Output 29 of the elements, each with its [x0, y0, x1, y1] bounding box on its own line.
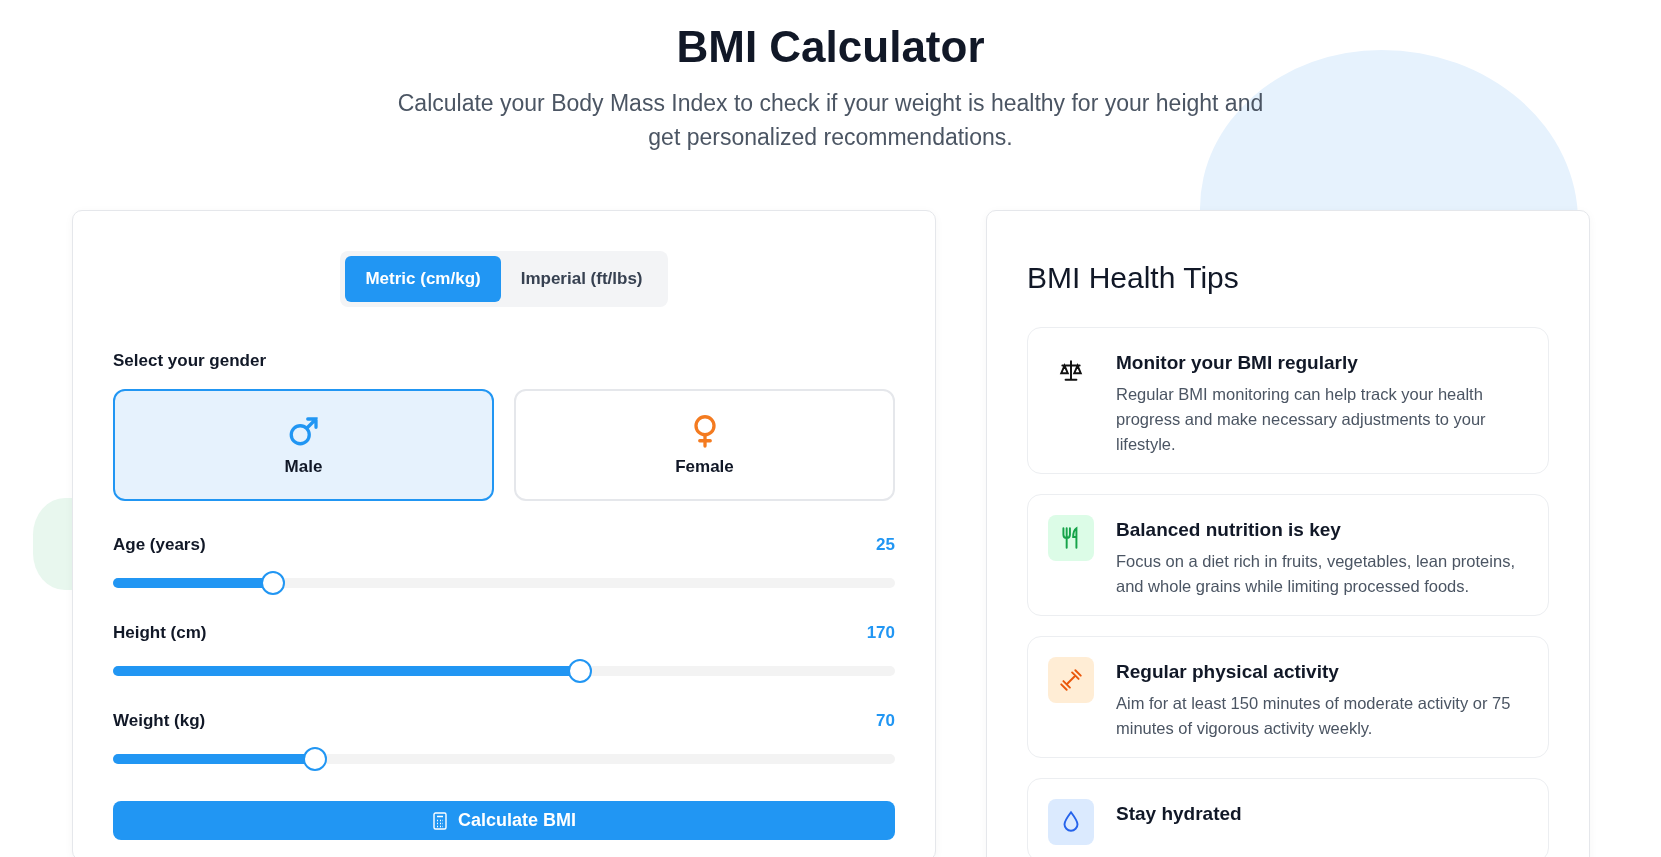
tip-title: Regular physical activity — [1116, 661, 1340, 683]
slider-value: 170 — [866, 623, 895, 643]
gender-label: Select your gender — [113, 351, 268, 371]
slider-label: Weight (kg) — [113, 711, 206, 731]
slider[interactable] — [113, 747, 895, 771]
slider-thumb[interactable] — [302, 747, 327, 771]
tip-title: Stay hydrated — [1116, 803, 1242, 825]
scale-icon — [1058, 358, 1084, 384]
tip-text: Regular BMI monitoring can help track your health progress and make necessary adjustments to your lifestyle. — [1116, 384, 1487, 455]
page-subtitle: Calculate your Body Mass Index to check if your weight is healthy for your height and get personalized recommendations. — [396, 89, 1265, 152]
tips-title: BMI Health Tips — [1027, 261, 1240, 295]
slider-label: Age (years) — [113, 535, 206, 555]
tip-text: Focus on a diet rich in fruits, vegetables, lean proteins, and whole grains while limiting processed foods. — [1116, 551, 1516, 597]
slider-value: 70 — [876, 711, 895, 731]
calculator-icon — [432, 811, 448, 830]
unit-tab[interactable]: Imperial (ft/lbs) — [500, 256, 663, 302]
gender-option[interactable]: Female — [514, 389, 895, 501]
tip-title: Balanced nutrition is key — [1116, 519, 1342, 541]
slider[interactable] — [113, 659, 895, 683]
slider-thumb[interactable] — [567, 659, 592, 683]
slider-value: 25 — [876, 535, 895, 555]
dumbbell-icon — [1058, 667, 1084, 693]
slider[interactable] — [113, 571, 895, 595]
slider-thumb[interactable] — [261, 571, 286, 595]
tip-text: Aim for at least 150 minutes of moderate activity or 75 minutes of vigorous activity weekly. — [1116, 693, 1512, 739]
gender-option[interactable]: Male — [113, 389, 494, 501]
slider-label: Height (cm) — [113, 623, 207, 643]
page-title: BMI Calculator — [675, 21, 986, 73]
tip-title: Monitor your BMI regularly — [1116, 352, 1359, 374]
